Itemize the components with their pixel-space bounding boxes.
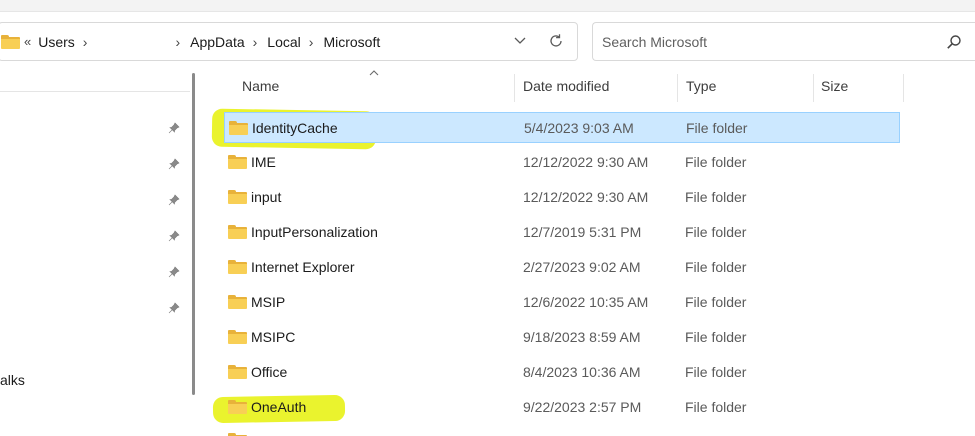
pin-icon[interactable]	[167, 265, 181, 279]
folder-icon	[229, 121, 248, 135]
file-date: 9/18/2023 8:59 AM	[523, 329, 641, 345]
breadcrumb-item-appdata[interactable]: AppData	[190, 34, 244, 50]
nav-divider	[0, 91, 190, 92]
pin-icon[interactable]	[167, 157, 181, 171]
pin-icon[interactable]	[167, 121, 181, 135]
file-type: File folder	[685, 189, 747, 205]
folder-icon	[228, 155, 247, 169]
folder-icon	[228, 225, 247, 239]
column-header-size[interactable]: Size	[821, 78, 848, 100]
file-row[interactable]: OneAuth 9/22/2023 2:57 PM File folder	[224, 392, 900, 423]
file-name: Internet Explorer	[251, 259, 355, 275]
sort-ascending-icon	[369, 68, 379, 79]
breadcrumb-item-users[interactable]: Users	[38, 34, 75, 50]
breadcrumb-item-microsoft[interactable]: Microsoft	[323, 34, 380, 50]
chevron-down-icon[interactable]	[512, 33, 528, 49]
chevron-right-icon[interactable]: ›	[309, 34, 314, 50]
breadcrumb-item-local[interactable]: Local	[267, 34, 300, 50]
chevron-right-icon[interactable]: ›	[175, 34, 180, 50]
pin-icon[interactable]	[167, 229, 181, 243]
search-input[interactable]	[602, 32, 922, 52]
folder-icon	[228, 190, 247, 204]
file-type: File folder	[685, 294, 747, 310]
file-type: File folder	[685, 399, 747, 415]
breadcrumb-overflow[interactable]: «	[24, 34, 31, 49]
file-name: MSIP	[251, 294, 286, 310]
chevron-right-icon[interactable]: ›	[83, 34, 88, 50]
column-divider[interactable]	[677, 74, 678, 102]
file-date: 12/7/2019 5:31 PM	[523, 224, 642, 240]
column-divider[interactable]	[903, 74, 904, 102]
folder-icon	[228, 400, 247, 414]
folder-icon	[228, 295, 247, 309]
file-type: File folder	[685, 364, 747, 380]
pin-icon[interactable]	[167, 301, 181, 315]
file-row[interactable]: MSIPC 9/18/2023 8:59 AM File folder	[224, 322, 900, 353]
file-name: Office	[251, 364, 288, 380]
file-name: input	[251, 189, 282, 205]
file-row[interactable]: Office 8/4/2023 10:36 AM File folder	[224, 357, 900, 388]
address-bar[interactable]: « Users › › AppData › Local › Microsoft	[0, 22, 578, 61]
folder-icon	[228, 330, 247, 344]
file-row[interactable]: input 12/12/2022 9:30 AM File folder	[224, 182, 900, 213]
file-row[interactable]: IME 12/12/2022 9:30 AM File folder	[224, 147, 900, 178]
file-row[interactable]: InputPersonalization 12/7/2019 5:31 PM F…	[224, 217, 900, 248]
file-row[interactable]: IdentityCache 5/4/2023 9:03 AM File fold…	[224, 112, 900, 143]
file-date: 8/4/2023 10:36 AM	[523, 364, 641, 380]
nav-item-label[interactable]: alks	[0, 372, 25, 388]
column-divider[interactable]	[514, 74, 515, 102]
nav-scrollbar[interactable]	[192, 73, 195, 395]
folder-icon	[1, 34, 20, 49]
breadcrumb-redacted-segment	[97, 35, 167, 49]
chevron-right-icon[interactable]: ›	[253, 34, 258, 50]
pin-icon[interactable]	[167, 193, 181, 207]
file-row[interactable]: Internet Explorer 2/27/2023 9:02 AM File…	[224, 252, 900, 283]
file-name: IdentityCache	[252, 120, 338, 136]
refresh-icon[interactable]	[547, 32, 565, 50]
column-divider[interactable]	[813, 74, 814, 102]
column-header-type[interactable]: Type	[686, 78, 716, 100]
file-type: File folder	[685, 224, 747, 240]
file-type: File folder	[686, 120, 748, 136]
file-date: 5/4/2023 9:03 AM	[524, 120, 634, 136]
file-type: File folder	[685, 154, 747, 170]
file-type: File folder	[685, 259, 747, 275]
file-date: 9/22/2023 2:57 PM	[523, 399, 642, 415]
folder-icon	[228, 365, 247, 379]
file-date: 12/12/2022 9:30 AM	[523, 189, 649, 205]
breadcrumb: « Users › › AppData › Local › Microsoft	[0, 23, 380, 60]
file-name: MSIPC	[251, 329, 296, 345]
file-date: 12/12/2022 9:30 AM	[523, 154, 649, 170]
file-type: File folder	[685, 329, 747, 345]
column-header-date[interactable]: Date modified	[523, 78, 609, 100]
window-top-strip	[0, 0, 975, 12]
file-name: OneAuth	[251, 399, 307, 415]
file-row-partial[interactable]	[224, 427, 900, 436]
column-header-name[interactable]: Name	[242, 78, 279, 100]
search-icon[interactable]	[946, 34, 962, 50]
file-name: InputPersonalization	[251, 224, 378, 240]
folder-icon	[228, 260, 247, 274]
search-box[interactable]	[592, 22, 975, 61]
file-row[interactable]: MSIP 12/6/2022 10:35 AM File folder	[224, 287, 900, 318]
file-date: 12/6/2022 10:35 AM	[523, 294, 649, 310]
file-date: 2/27/2023 9:02 AM	[523, 259, 641, 275]
file-name: IME	[251, 154, 276, 170]
